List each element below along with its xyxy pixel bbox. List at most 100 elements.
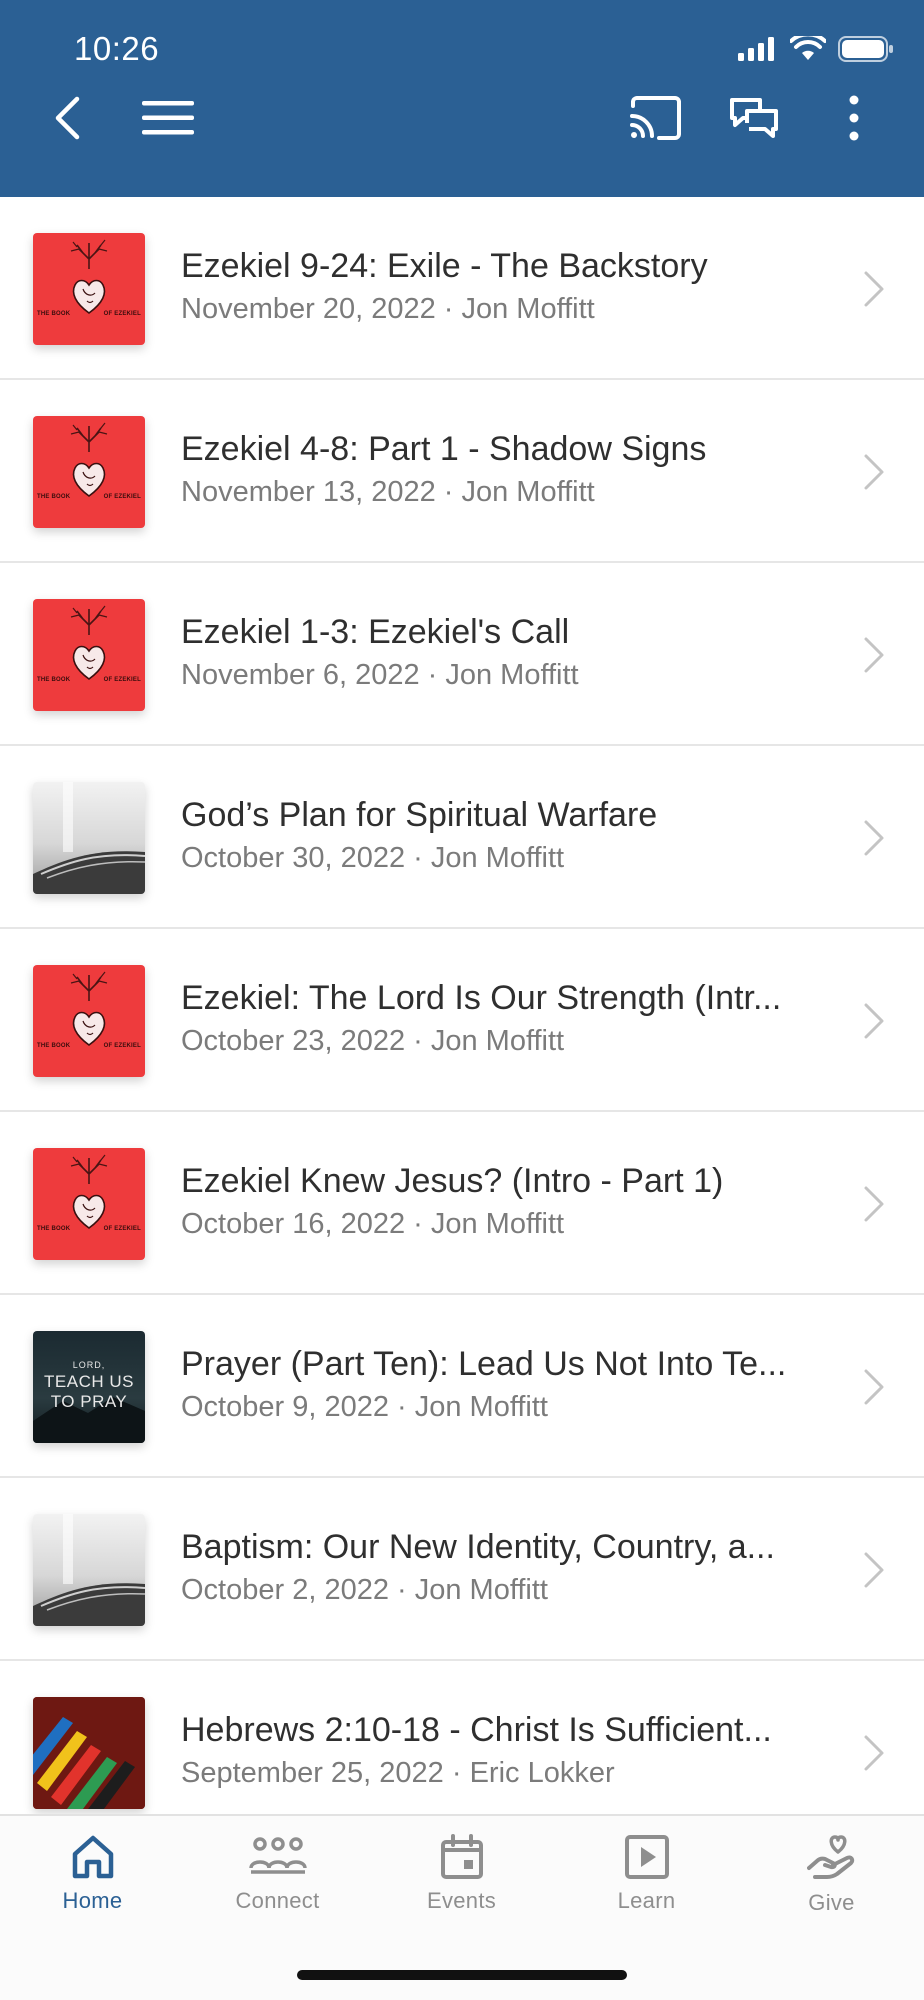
sermon-thumbnail: LORD, TEACH US TO PRAY <box>33 1331 145 1443</box>
menu-button[interactable] <box>136 86 200 150</box>
heart-tree-artwork <box>70 239 108 314</box>
sermon-list: THE BOOK OF EZEKIEL Ezekiel 9-24: Exile - … <box>0 197 924 1844</box>
tab-give-label: Give <box>808 1890 855 1915</box>
sermon-date-speaker: November 6, 2022 · Jon Moffitt <box>181 659 579 691</box>
open-book-artwork <box>33 782 145 894</box>
sermon-date-speaker: October 9, 2022 · Jon Moffitt <box>181 1391 548 1423</box>
chevron-right-icon <box>864 1369 884 1405</box>
sermon-title: Prayer (Part Ten): Lead Us Not Into Te..… <box>181 1345 787 1383</box>
open-book-artwork <box>33 1514 145 1626</box>
sermon-thumbnail: THE BOOK OF EZEKIEL <box>33 599 145 711</box>
sermon-list-item[interactable]: LORD, TEACH US TO PRAY Prayer (Part Ten): L… <box>0 1295 924 1478</box>
home-icon <box>72 1835 113 1879</box>
play-icon <box>624 1835 669 1879</box>
sermon-title: Hebrews 2:10-18 - Christ Is Sufficient..… <box>181 1711 772 1749</box>
tab-home[interactable]: Home <box>0 1834 185 1944</box>
sermon-title: Ezekiel 4-8: Part 1 - Shadow Signs <box>181 430 707 468</box>
colorful-stripes-artwork <box>33 1697 145 1809</box>
ezekiel-artwork-right: OF EZEKIEL <box>103 311 141 317</box>
chat-icon <box>730 98 778 138</box>
sermon-list-item[interactable]: THE BOOK OF EZEKIEL Ezekiel: The Lord Is O… <box>0 929 924 1112</box>
sermon-date-speaker: October 23, 2022 · Jon Moffitt <box>181 1025 565 1057</box>
sermon-title: Ezekiel: The Lord Is Our Strength (Intr.… <box>181 979 782 1017</box>
tab-learn-label: Learn <box>617 1888 676 1913</box>
sermon-thumbnail: THE BOOK OF EZEKIEL <box>33 416 145 528</box>
sermon-date-speaker: November 13, 2022 · Jon Moffitt <box>181 476 595 508</box>
calendar-icon <box>440 1834 483 1879</box>
status-time: 10:26 <box>74 30 160 67</box>
sermon-title: Baptism: Our New Identity, Country, a... <box>181 1528 775 1566</box>
tab-events[interactable]: Events <box>369 1834 554 1944</box>
ezekiel-artwork-text: THE BOOK OF EZEKIEL <box>37 1226 141 1232</box>
cast-icon <box>630 96 681 140</box>
menu-icon <box>142 101 194 135</box>
sermon-date-speaker: October 2, 2022 · Jon Moffitt <box>181 1574 548 1606</box>
chevron-right-icon <box>864 1552 884 1588</box>
heart-tree-artwork <box>70 1154 108 1229</box>
pray-artwork-line-1: TEACH US <box>44 1372 134 1391</box>
sermon-date-speaker: October 16, 2022 · Jon Moffitt <box>181 1208 565 1240</box>
sermon-list-item[interactable]: THE BOOK OF EZEKIEL Ezekiel 9-24: Exile - … <box>0 197 924 380</box>
ezekiel-artwork-text: THE BOOK OF EZEKIEL <box>37 494 141 500</box>
sermon-date-speaker: November 20, 2022 · Jon Moffitt <box>181 293 595 325</box>
sermon-date-speaker: September 25, 2022 · Eric Lokker <box>181 1757 615 1789</box>
give-icon <box>806 1835 854 1879</box>
ezekiel-artwork-text: THE BOOK OF EZEKIEL <box>37 311 141 317</box>
heart-tree-artwork <box>70 422 108 497</box>
sermon-thumbnail: THE BOOK OF EZEKIEL <box>33 965 145 1077</box>
chat-button[interactable] <box>722 86 786 150</box>
ezekiel-artwork-left: THE BOOK <box>37 311 71 317</box>
sermon-title: Ezekiel Knew Jesus? (Intro - Part 1) <box>181 1162 724 1200</box>
pray-artwork-line-small: LORD, <box>72 1360 106 1370</box>
ezekiel-artwork-left: THE BOOK <box>37 1226 71 1232</box>
sermon-title: Ezekiel 9-24: Exile - The Backstory <box>181 247 708 285</box>
chevron-right-icon <box>864 1003 884 1039</box>
sermon-thumbnail: THE BOOK OF EZEKIEL <box>33 233 145 345</box>
sermon-list-item[interactable]: THE BOOK OF EZEKIEL Ezekiel 4-8: Part 1 - … <box>0 380 924 563</box>
chevron-right-icon <box>864 454 884 490</box>
more-icon <box>849 95 859 141</box>
heart-tree-artwork <box>70 971 108 1046</box>
top-app-bar: 10:26 <box>0 0 924 197</box>
sermon-list-item[interactable]: Baptism: Our New Identity, Country, a...… <box>0 1478 924 1661</box>
tab-connect[interactable]: Connect <box>185 1834 370 1944</box>
ezekiel-artwork-right: OF EZEKIEL <box>103 677 141 683</box>
ezekiel-artwork-right: OF EZEKIEL <box>103 1043 141 1049</box>
ezekiel-artwork-right: OF EZEKIEL <box>103 494 141 500</box>
back-button[interactable] <box>35 86 99 150</box>
sermon-thumbnail: THE BOOK OF EZEKIEL <box>33 1148 145 1260</box>
wifi-icon <box>790 36 826 60</box>
tab-connect-label: Connect <box>235 1888 320 1913</box>
sermon-date-speaker: October 30, 2022 · Jon Moffitt <box>181 842 565 874</box>
ezekiel-artwork-text: THE BOOK OF EZEKIEL <box>37 1043 141 1049</box>
more-button[interactable] <box>822 86 886 150</box>
sermon-list-item[interactable]: THE BOOK OF EZEKIEL Ezekiel Knew Jesus? (I… <box>0 1112 924 1295</box>
heart-tree-artwork <box>70 605 108 680</box>
chevron-right-icon <box>864 271 884 307</box>
sermon-title: Ezekiel 1-3: Ezekiel's Call <box>181 613 570 651</box>
chevron-right-icon <box>864 820 884 856</box>
chevron-right-icon <box>864 1735 884 1771</box>
cast-button[interactable] <box>624 86 688 150</box>
pray-artwork-line-2: TO PRAY <box>50 1392 128 1411</box>
pray-artwork-text: LORD, TEACH US TO PRAY <box>33 1360 145 1411</box>
people-icon <box>248 1837 307 1874</box>
sermon-list-item[interactable]: God’s Plan for Spiritual Warfare October … <box>0 746 924 929</box>
tab-learn[interactable]: Learn <box>554 1834 739 1944</box>
battery-icon <box>838 36 893 62</box>
tab-events-label: Events <box>426 1888 497 1913</box>
cellular-signal-icon <box>738 37 774 61</box>
ezekiel-artwork-left: THE BOOK <box>37 494 71 500</box>
chevron-right-icon <box>864 637 884 673</box>
sermon-list-item[interactable]: THE BOOK OF EZEKIEL Ezekiel 1-3: Ezekiel's… <box>0 563 924 746</box>
home-indicator <box>297 1970 627 1980</box>
sermon-thumbnail <box>33 782 145 894</box>
chevron-right-icon <box>864 1186 884 1222</box>
ezekiel-artwork-left: THE BOOK <box>37 677 71 683</box>
sermon-title: God’s Plan for Spiritual Warfare <box>181 796 658 834</box>
tab-give[interactable]: Give <box>739 1834 924 1944</box>
ezekiel-artwork-right: OF EZEKIEL <box>103 1226 141 1232</box>
sermon-thumbnail <box>33 1697 145 1809</box>
status-icons <box>738 36 894 62</box>
ezekiel-artwork-text: THE BOOK OF EZEKIEL <box>37 677 141 683</box>
